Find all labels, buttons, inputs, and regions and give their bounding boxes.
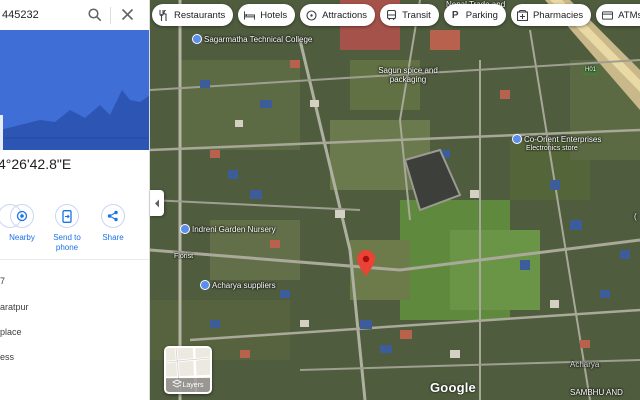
shop-icon (180, 224, 190, 234)
chip-restaurants[interactable]: Restaurants (152, 4, 234, 26)
transit-icon (386, 9, 397, 21)
place-hero-image[interactable] (0, 30, 149, 150)
chip-atms[interactable]: ATMs (596, 4, 640, 26)
highway-badge: H01 (583, 66, 599, 75)
search-icon[interactable] (88, 8, 102, 22)
poi-co-orient-enterprises[interactable]: Co-Orient Enterprises (512, 134, 601, 144)
place-actions: Nearby Send to phone Share (0, 204, 149, 260)
close-icon[interactable] (121, 8, 134, 21)
restaurant-icon (158, 9, 169, 21)
hero-skyline-graphic (0, 30, 149, 150)
info-row-2[interactable]: aratpur (0, 302, 29, 312)
info-row-1[interactable]: 7 (0, 276, 5, 286)
parking-icon: P (451, 9, 459, 21)
action-share[interactable]: Share (93, 204, 133, 243)
chip-hotels[interactable]: Hotels (238, 4, 296, 26)
school-icon (192, 34, 202, 44)
poi-sambhu[interactable]: SAMBHU AND (570, 388, 623, 397)
search-input[interactable]: 445232 (0, 9, 86, 21)
chevron-left-icon (155, 199, 159, 207)
info-row-3[interactable]: place (0, 327, 22, 337)
hotel-icon (244, 10, 256, 21)
poi-sagarmatha-technical-college[interactable]: Sagarmatha Technical College (192, 34, 312, 44)
nearby-icon (10, 204, 34, 228)
poi-sagun-spice[interactable]: Sagun spice and packaging (378, 66, 438, 84)
info-row-4[interactable]: ess (0, 352, 14, 362)
collapse-panel-button[interactable] (150, 190, 164, 216)
attractions-icon (306, 9, 317, 21)
chip-transit[interactable]: Transit (380, 4, 439, 26)
google-logo: Google (430, 380, 476, 395)
send-to-phone-icon (55, 204, 79, 228)
satellite-imagery (150, 0, 640, 400)
chip-attractions[interactable]: Attractions (300, 4, 376, 26)
poi-right-edge[interactable]: ( (634, 212, 637, 221)
shop-icon (512, 134, 522, 144)
search-bar[interactable]: 445232 (0, 0, 149, 30)
layers-button[interactable]: Layers (164, 346, 212, 394)
poi-acharya-suppliers[interactable]: Acharya suppliers (200, 280, 276, 290)
location-pin-icon[interactable] (357, 250, 375, 276)
atm-icon (602, 10, 614, 21)
place-details-panel: 445232 4°26'42.8"E Nearby Send to phone (0, 0, 150, 400)
map-canvas[interactable]: Sagarmatha Technical College Sagun spice… (150, 0, 640, 400)
poi-co-orient-subtitle: Electronics store (526, 145, 578, 152)
chip-parking[interactable]: P Parking (443, 4, 506, 26)
shop-icon (200, 280, 210, 290)
poi-acharya-bottom[interactable]: Acharya (570, 360, 599, 369)
layers-label: Layers (182, 382, 204, 389)
poi-indreni-subtitle: Florist (174, 253, 194, 260)
search-divider (110, 7, 111, 24)
share-icon (101, 204, 125, 228)
actions-divider (0, 259, 149, 260)
category-chip-bar: Restaurants Hotels Attractions Transit P… (152, 4, 640, 26)
place-coordinates: 4°26'42.8"E (0, 156, 72, 172)
action-nearby[interactable]: Nearby (2, 204, 42, 243)
chip-pharmacies[interactable]: Pharmacies (510, 4, 592, 26)
pharmacy-icon (516, 9, 528, 21)
poi-indreni-garden-nursery[interactable]: Indreni Garden Nursery (180, 224, 276, 234)
action-send-to-phone[interactable]: Send to phone (47, 204, 87, 253)
